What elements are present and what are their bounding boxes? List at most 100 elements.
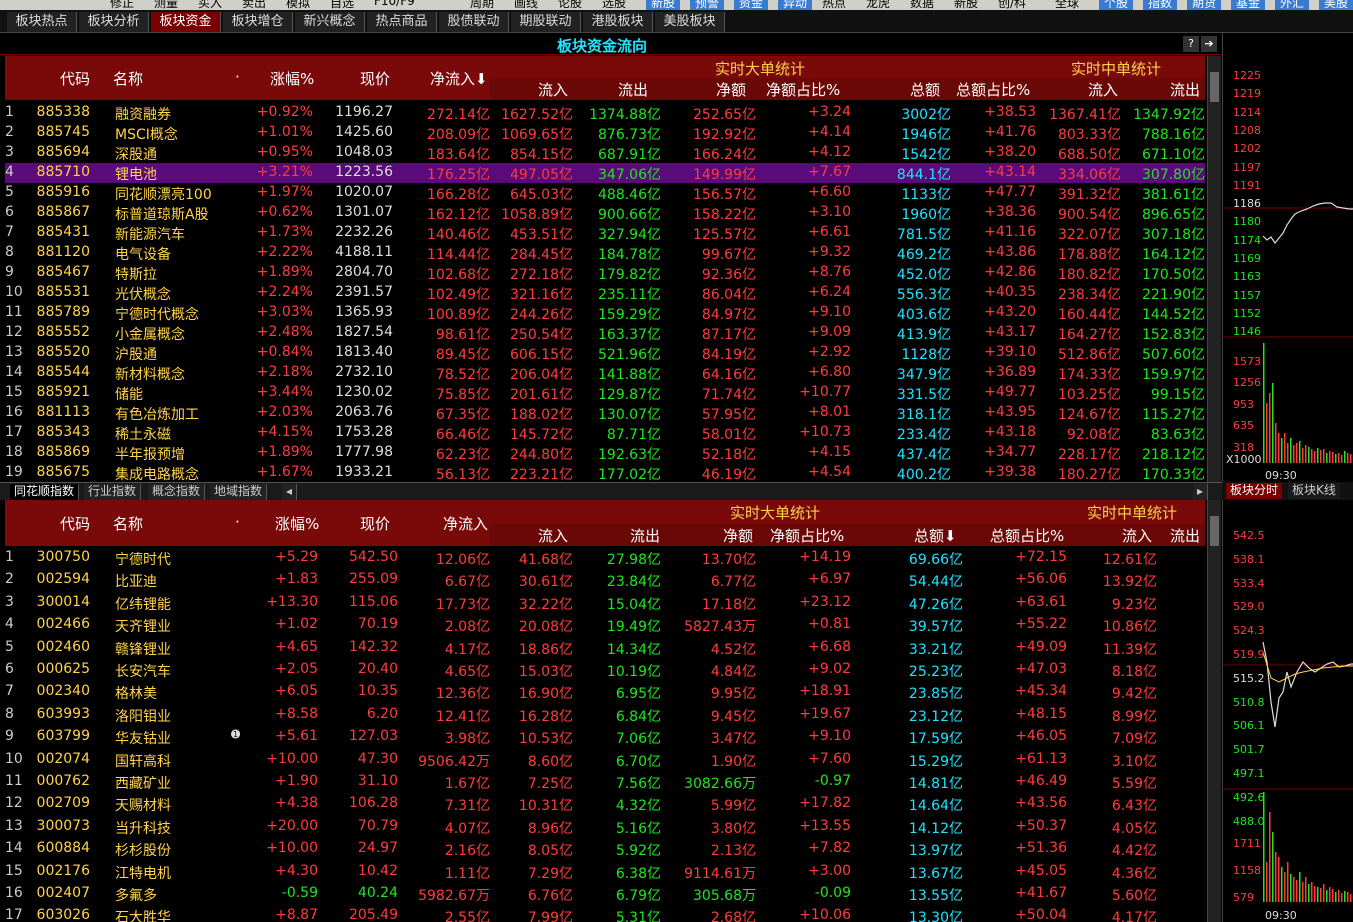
toolbar-item[interactable]: 论股	[558, 0, 582, 10]
tab-9[interactable]: 美股板块	[655, 12, 725, 32]
col-total-ratio[interactable]: 总额占比%	[990, 525, 1064, 546]
table-row[interactable]: 15 002176 江特电机 +4.30 10.42 1.11亿 7.29亿 6.38亿 911…	[5, 862, 1205, 882]
tab-5[interactable]: 热点商品	[367, 12, 437, 32]
table-row[interactable]: 17 885343 稀土永磁 +4.15% 1753.28 66.46亿 145.72亿 87…	[5, 423, 1205, 443]
toolbar-item[interactable]: 期货	[1187, 0, 1222, 10]
col-big-net[interactable]: 净额	[723, 525, 753, 546]
toolbar-item[interactable]: 全球	[1055, 0, 1079, 10]
top-scrollbar[interactable]	[1207, 56, 1221, 482]
col-big-out[interactable]: 流出	[618, 79, 648, 100]
table-row[interactable]: 11 000762 西藏矿业 +1.90 31.10 1.67亿 7.25亿 7.56亿 308…	[5, 772, 1205, 792]
col-total[interactable]: 总额⬇	[914, 525, 957, 546]
chart-tab-1[interactable]: 板块K线	[1288, 483, 1340, 499]
col-code[interactable]: 代码	[60, 68, 90, 89]
table-row[interactable]: 17 603026 石大胜华 +8.87 205.49 2.55亿 7.99亿 5.31亿 2.…	[5, 906, 1205, 922]
col-mid-out[interactable]: 流出	[1170, 79, 1200, 100]
table-row[interactable]: 12 002709 天赐材料 +4.38 106.28 7.31亿 10.31亿 4.32亿 5…	[5, 794, 1205, 814]
col-netflow[interactable]: 净流入	[443, 513, 488, 534]
table-row[interactable]: 7 002340 格林美 +6.05 10.35 12.36亿 16.90亿 6.95亿 9.9…	[5, 682, 1205, 702]
toolbar-item[interactable]: 美股	[1319, 0, 1353, 10]
col-mid-in[interactable]: 流入	[1122, 525, 1152, 546]
table-row[interactable]: 10 002074 国轩高科 +10.00 47.30 9506.42万 8.60亿 6.70…	[5, 750, 1205, 770]
toolbar-item[interactable]: 资金	[734, 0, 769, 10]
table-row[interactable]: 9 885467 特斯拉 +1.89% 2804.70 102.68亿 272.18亿 179…	[5, 263, 1205, 283]
col-total-ratio[interactable]: 总额占比%	[956, 79, 1030, 100]
toolbar-item[interactable]: 数据	[910, 0, 934, 10]
toolbar-item[interactable]: 基金	[1231, 0, 1266, 10]
toolbar-item[interactable]: 龙虎	[866, 0, 890, 10]
tab-4[interactable]: 新兴概念	[295, 12, 365, 32]
sheet-tab-3[interactable]: 地域指数	[210, 484, 268, 500]
table-row[interactable]: 18 885869 半年报预增 +1.89% 1777.98 62.23亿 244.80亿 1…	[5, 443, 1205, 463]
col-big-out[interactable]: 流出	[630, 525, 660, 546]
toolbar-item[interactable]: 指数	[1143, 0, 1178, 10]
col-code[interactable]: 代码	[60, 513, 90, 534]
col-total[interactable]: 总额	[910, 79, 940, 100]
col-change[interactable]: 涨幅%	[270, 68, 314, 89]
toolbar-item[interactable]: 创/科	[998, 0, 1026, 10]
col-name[interactable]: 名称	[113, 513, 143, 534]
sheet-tab-2[interactable]: 概念指数	[148, 484, 206, 500]
bottom-scroll-thumb[interactable]	[1210, 516, 1219, 546]
col-netflow[interactable]: 净流入⬇	[430, 68, 488, 89]
tab-1[interactable]: 板块分析	[79, 12, 149, 32]
toolbar-item[interactable]: 预警	[690, 0, 725, 10]
table-row[interactable]: 9 603799 华友钴业 +5.61 127.03 3.98亿 10.53亿 7.06亿 3.…	[5, 727, 1205, 747]
table-row[interactable]: 11 885789 宁德时代概念 +3.03% 1365.93 100.89亿 244.26…	[5, 303, 1205, 323]
table-row[interactable]: 16 881113 有色冶炼加工 +2.03% 2063.76 67.35亿 188.02亿…	[5, 403, 1205, 423]
col-name[interactable]: 名称	[113, 68, 143, 89]
table-row[interactable]: 1 300750 宁德时代 +5.29 542.50 12.06亿 41.68亿 27.98亿…	[5, 548, 1205, 568]
tab-0[interactable]: 板块热点	[7, 12, 77, 32]
toolbar-item[interactable]: 新股	[646, 0, 681, 10]
info-icon[interactable]: ➊	[231, 728, 240, 741]
table-row[interactable]: 3 300014 亿纬锂能 +13.30 115.06 17.73亿 32.22亿 15.04…	[5, 593, 1205, 613]
col-big-ratio[interactable]: 净额占比%	[770, 525, 844, 546]
top-scroll-thumb[interactable]	[1210, 72, 1219, 102]
col-mid-out[interactable]: 流出	[1170, 525, 1200, 546]
toolbar-item[interactable]: 画线	[514, 0, 538, 10]
col-big-in[interactable]: 流入	[538, 525, 568, 546]
table-row[interactable]: 4 002466 天齐锂业 +1.02 70.19 2.08亿 20.08亿 19.49亿 58…	[5, 615, 1205, 635]
table-row[interactable]: 6 000625 长安汽车 +2.05 20.40 4.65亿 15.03亿 10.19亿 4.…	[5, 660, 1205, 680]
table-row[interactable]: 8 603993 洛阳钼业 +8.58 6.20 12.41亿 16.28亿 6.84亿 9.4…	[5, 705, 1205, 725]
scroll-left-icon[interactable]: ◂	[282, 484, 298, 500]
toolbar-item[interactable]: 修正	[110, 0, 134, 10]
table-row[interactable]: 5 885916 同花顺漂亮100 +1.97% 1020.07 166.28亿 645.0…	[5, 183, 1205, 203]
table-row[interactable]: 15 885921 储能 +3.44% 1230.02 75.85亿 201.61亿 129.…	[5, 383, 1205, 403]
toolbar-item[interactable]: 异动	[778, 0, 813, 10]
table-row[interactable]: 2 885745 MSCI概念 +1.01% 1425.60 208.09亿 1069.65…	[5, 123, 1205, 143]
table-row[interactable]: 19 885675 集成电路概念 +1.67% 1933.21 56.13亿 223.21亿…	[5, 463, 1205, 483]
col-price[interactable]: 现价	[360, 68, 390, 89]
table-row[interactable]: 2 002594 比亚迪 +1.83 255.09 6.67亿 30.61亿 23.84亿 6.…	[5, 570, 1205, 590]
toolbar-item[interactable]: 自选	[330, 0, 354, 10]
table-row[interactable]: 5 002460 赣锋锂业 +4.65 142.32 4.17亿 18.86亿 14.34亿 4…	[5, 638, 1205, 658]
tab-3[interactable]: 板块增仓	[223, 12, 293, 32]
col-big-ratio[interactable]: 净额占比%	[766, 79, 840, 100]
toolbar-item[interactable]: 周期	[470, 0, 494, 10]
tab-7[interactable]: 期股联动	[511, 12, 581, 32]
tab-8[interactable]: 港股板块	[583, 12, 653, 32]
table-row[interactable]: 12 885552 小金属概念 +2.48% 1827.54 98.61亿 250.54亿 1…	[5, 323, 1205, 343]
expand-icon[interactable]: ➔	[1201, 36, 1217, 52]
toolbar-item[interactable]: 买入	[198, 0, 222, 10]
sheet-tab-1[interactable]: 行业指数	[84, 484, 142, 500]
toolbar-item[interactable]: 个股	[1099, 0, 1134, 10]
bottom-scrollbar[interactable]	[1207, 500, 1221, 922]
toolbar-item[interactable]: F10/F9	[374, 0, 415, 8]
col-big-net[interactable]: 净额	[716, 79, 746, 100]
sheet-tab-0[interactable]: 同花顺指数	[10, 484, 80, 500]
table-row[interactable]: 4 885710 锂电池 +3.21% 1223.56 176.25亿 497.05亿 347…	[5, 163, 1205, 183]
table-row[interactable]: 3 885694 深股通 +0.95% 1048.03 183.64亿 854.15亿 687…	[5, 143, 1205, 163]
toolbar-item[interactable]: 选股	[602, 0, 626, 10]
toolbar-item[interactable]: 模拟	[286, 0, 310, 10]
table-row[interactable]: 7 885431 新能源汽车 +1.73% 2232.26 140.46亿 453.51亿 3…	[5, 223, 1205, 243]
table-row[interactable]: 16 002407 多氟多 -0.59 40.24 5982.67万 6.76亿 6.79亿 3…	[5, 884, 1205, 904]
col-big-in[interactable]: 流入	[538, 79, 568, 100]
col-mid-in[interactable]: 流入	[1088, 79, 1118, 100]
toolbar-item[interactable]: 热点	[822, 0, 846, 10]
tab-6[interactable]: 股债联动	[439, 12, 509, 32]
toolbar-item[interactable]: 测量	[154, 0, 178, 10]
tab-2[interactable]: 板块资金	[151, 12, 221, 32]
table-row[interactable]: 13 300073 当升科技 +20.00 70.79 4.07亿 8.96亿 5.16亿 3.…	[5, 817, 1205, 837]
table-row[interactable]: 8 881120 电气设备 +2.22% 4188.11 114.44亿 284.45亿 18…	[5, 243, 1205, 263]
